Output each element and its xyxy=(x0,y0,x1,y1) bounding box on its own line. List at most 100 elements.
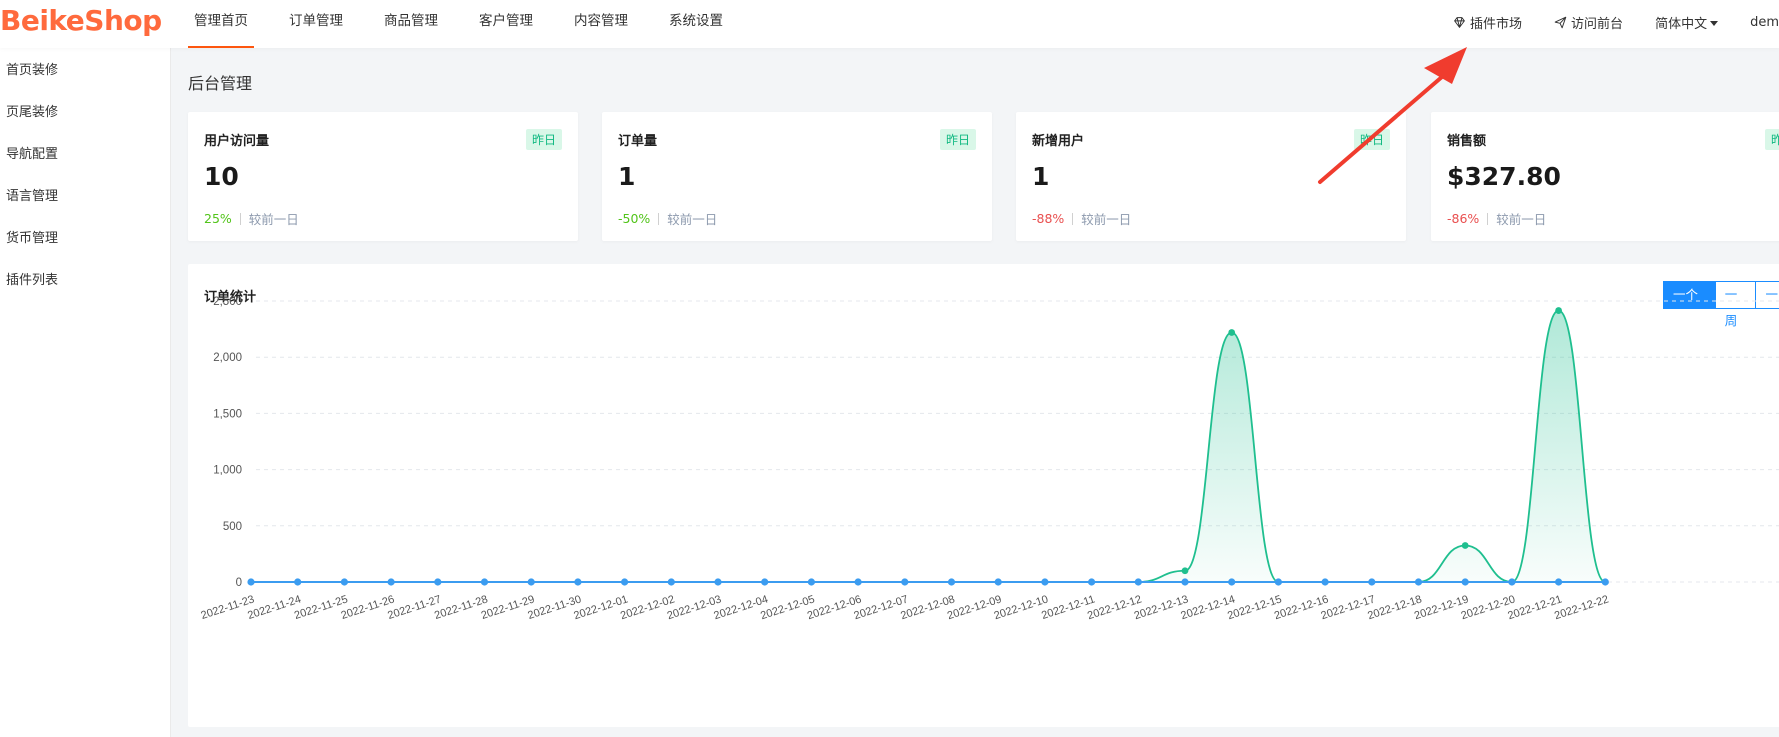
visit-front-label: 访问前台 xyxy=(1571,16,1624,32)
series-amount-line xyxy=(251,309,1606,583)
nav-item-customers[interactable]: 客户管理 xyxy=(473,0,539,48)
series-orders-point xyxy=(1601,578,1609,586)
series-orders-point xyxy=(1228,578,1236,586)
series-orders-point xyxy=(1041,578,1049,586)
series-orders-point xyxy=(340,578,348,586)
y-tick-label: 2,000 xyxy=(213,352,242,364)
card-footer: -88% 较前一日 xyxy=(1032,209,1131,228)
series-orders-point xyxy=(947,578,956,586)
nav-item-dashboard[interactable]: 管理首页 xyxy=(188,0,254,48)
x-tick-label: 2022-11-27 xyxy=(386,593,442,622)
card-change: -88% xyxy=(1032,211,1065,226)
page-title: 后台管理 xyxy=(188,74,253,93)
sidebar-item-footer-design[interactable]: 页尾装修 xyxy=(0,92,170,134)
stat-card-orders: 订单量 昨日 1 -50% 较前一日 xyxy=(602,112,992,241)
card-footer: -50% 较前一日 xyxy=(618,209,717,228)
card-label: 销售额 xyxy=(1447,134,1487,149)
nav-item-content[interactable]: 内容管理 xyxy=(568,0,634,48)
series-amount-area xyxy=(251,310,1606,582)
user-menu[interactable]: dem xyxy=(1750,15,1779,30)
nav-item-orders[interactable]: 订单管理 xyxy=(283,0,349,48)
nav-item-settings[interactable]: 系统设置 xyxy=(663,0,729,48)
series-orders-point xyxy=(387,578,395,586)
card-value: 1 xyxy=(1032,162,1050,191)
series-orders-point xyxy=(1181,578,1189,586)
series-amount-point xyxy=(1461,542,1469,549)
series-orders-point xyxy=(1508,578,1516,586)
visit-front-link[interactable]: 访问前台 xyxy=(1554,13,1623,32)
series-orders-point xyxy=(621,578,629,586)
language-dropdown[interactable]: 简体中文 xyxy=(1655,13,1719,32)
card-label: 订单量 xyxy=(618,134,658,149)
series-orders-point xyxy=(574,578,582,586)
series-orders-point xyxy=(247,578,255,586)
series-orders-point xyxy=(527,578,535,586)
card-compare: 较前一日 xyxy=(1081,212,1132,227)
series-orders-point xyxy=(761,578,769,586)
card-badge: 昨日 xyxy=(939,129,976,150)
card-change: -50% xyxy=(618,211,651,226)
series-orders-point xyxy=(1414,578,1423,586)
x-tick-label: 2022-12-10 xyxy=(993,593,1050,622)
card-footer: -86% 较前一日 xyxy=(1447,209,1546,228)
card-compare: 较前一日 xyxy=(248,212,299,227)
plugin-market-link[interactable]: 插件市场 xyxy=(1453,13,1522,32)
y-tick-label: 500 xyxy=(223,521,242,533)
series-orders-point xyxy=(854,578,862,586)
user-name: dem xyxy=(1750,14,1779,30)
y-tick-label: 0 xyxy=(236,577,242,589)
nav-item-products[interactable]: 商品管理 xyxy=(378,0,444,48)
x-tick-label: 2022-12-22 xyxy=(1553,593,1610,622)
sidebar-item-currencies[interactable]: 货币管理 xyxy=(0,218,170,260)
sidebar-item-home-design[interactable]: 首页装修 xyxy=(0,50,170,92)
series-orders-point xyxy=(480,578,489,586)
series-orders-point xyxy=(667,578,675,586)
card-footer: 25% 较前一日 xyxy=(204,209,299,228)
series-amount-point xyxy=(1228,329,1236,336)
sidebar-item-nav-config[interactable]: 导航配置 xyxy=(0,134,170,176)
stat-card-visits: 用户访问量 昨日 10 25% 较前一日 xyxy=(188,112,578,241)
order-stats-card: 订单统计 一个月 一周 一 0 500 1,000 1,500 2,000 2,500 20… xyxy=(188,264,1779,727)
series-orders-point xyxy=(994,578,1002,586)
stat-card-sales: 销售额 昨日 $327.80 -86% 较前一日 xyxy=(1431,112,1779,241)
series-orders-point xyxy=(294,578,302,586)
sidebar-item-languages[interactable]: 语言管理 xyxy=(0,176,170,218)
divider xyxy=(658,212,660,225)
logo[interactable]: BeikeShop xyxy=(0,4,162,37)
top-header: BeikeShop 管理首页 订单管理 商品管理 客户管理 内容管理 系统设置 … xyxy=(0,0,1779,48)
series-orders-point xyxy=(1368,578,1376,586)
sidebar-item-plugins[interactable]: 插件列表 xyxy=(0,260,170,302)
arrow-head xyxy=(1424,47,1467,84)
card-change: 25% xyxy=(204,211,232,226)
card-label: 新增用户 xyxy=(1032,134,1085,149)
language-label: 简体中文 xyxy=(1655,16,1708,32)
y-tick-label: 2,500 xyxy=(213,296,242,308)
divider xyxy=(239,212,241,225)
card-badge: 昨日 xyxy=(1764,129,1779,150)
series-orders-point xyxy=(1134,578,1142,586)
order-stats-chart: 05001,0001,5002,0002,5002022-11-232022-1… xyxy=(199,296,1779,622)
send-icon xyxy=(1554,16,1567,28)
series-orders-point xyxy=(1088,578,1096,586)
y-tick-label: 1,000 xyxy=(213,465,242,477)
card-value: $327.80 xyxy=(1447,162,1561,191)
card-badge: 昨日 xyxy=(525,129,562,150)
card-compare: 较前一日 xyxy=(667,212,718,227)
series-orders-point xyxy=(714,578,722,586)
series-amount-point xyxy=(1555,307,1562,314)
series-orders-point xyxy=(1461,578,1469,586)
series-orders-point xyxy=(807,578,816,586)
series-amount-point xyxy=(1181,567,1189,575)
card-value: 1 xyxy=(618,162,636,191)
series-orders-point xyxy=(901,578,909,586)
divider xyxy=(1072,212,1074,225)
card-value: 10 xyxy=(204,162,239,191)
card-badge: 昨日 xyxy=(1353,129,1390,150)
card-label: 用户访问量 xyxy=(204,134,270,149)
caret-down-icon xyxy=(1710,20,1719,26)
card-compare: 较前一日 xyxy=(1496,212,1547,227)
series-orders-point xyxy=(434,578,442,586)
stat-card-new-users: 新增用户 昨日 1 -88% 较前一日 xyxy=(1016,112,1406,241)
series-orders-point xyxy=(1321,578,1329,586)
diamond-icon xyxy=(1454,16,1465,28)
